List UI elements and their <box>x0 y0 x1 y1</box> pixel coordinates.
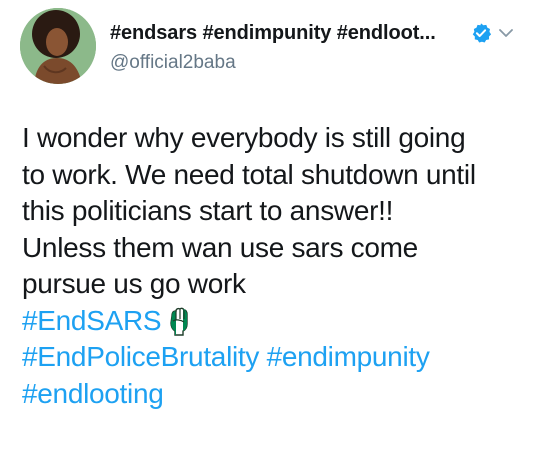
tweet-card: #endsars #endimpunity #endloot... @offic… <box>0 0 534 462</box>
user-handle[interactable]: @official2baba <box>110 52 236 74</box>
tweet-text-line: this politicians start to answer!! <box>22 195 394 226</box>
verified-badge-icon <box>472 23 492 43</box>
display-name[interactable]: #endsars #endimpunity #endloot... <box>110 22 436 45</box>
hashtag-endimpunity[interactable]: #endimpunity <box>267 341 430 372</box>
hashtag-endlooting[interactable]: #endlooting <box>22 378 164 409</box>
tweet-text-line: pursue us go work <box>22 268 246 299</box>
avatar-image <box>20 8 96 84</box>
tweet-body: I wonder why everybody is still going to… <box>22 120 522 412</box>
avatar[interactable] <box>20 8 96 84</box>
tweet-text-line: Unless them wan use sars come <box>22 231 418 263</box>
hashtag-endpolicebrutality[interactable]: #EndPoliceBrutality <box>22 341 259 372</box>
tweet-text-line: I wonder why everybody is still going <box>22 122 466 153</box>
hashtag-line: #EndSARS <box>22 303 522 340</box>
raised-fist-flag-icon <box>170 307 188 336</box>
hashtag-line: #EndPoliceBrutality #endimpunity <box>22 339 522 376</box>
tweet-text-line: to work. We need total shutdown until <box>22 158 476 190</box>
chevron-down-icon[interactable] <box>497 24 515 42</box>
hashtag-line: #endlooting <box>22 376 522 413</box>
hashtag-endsars[interactable]: #EndSARS <box>22 305 162 336</box>
